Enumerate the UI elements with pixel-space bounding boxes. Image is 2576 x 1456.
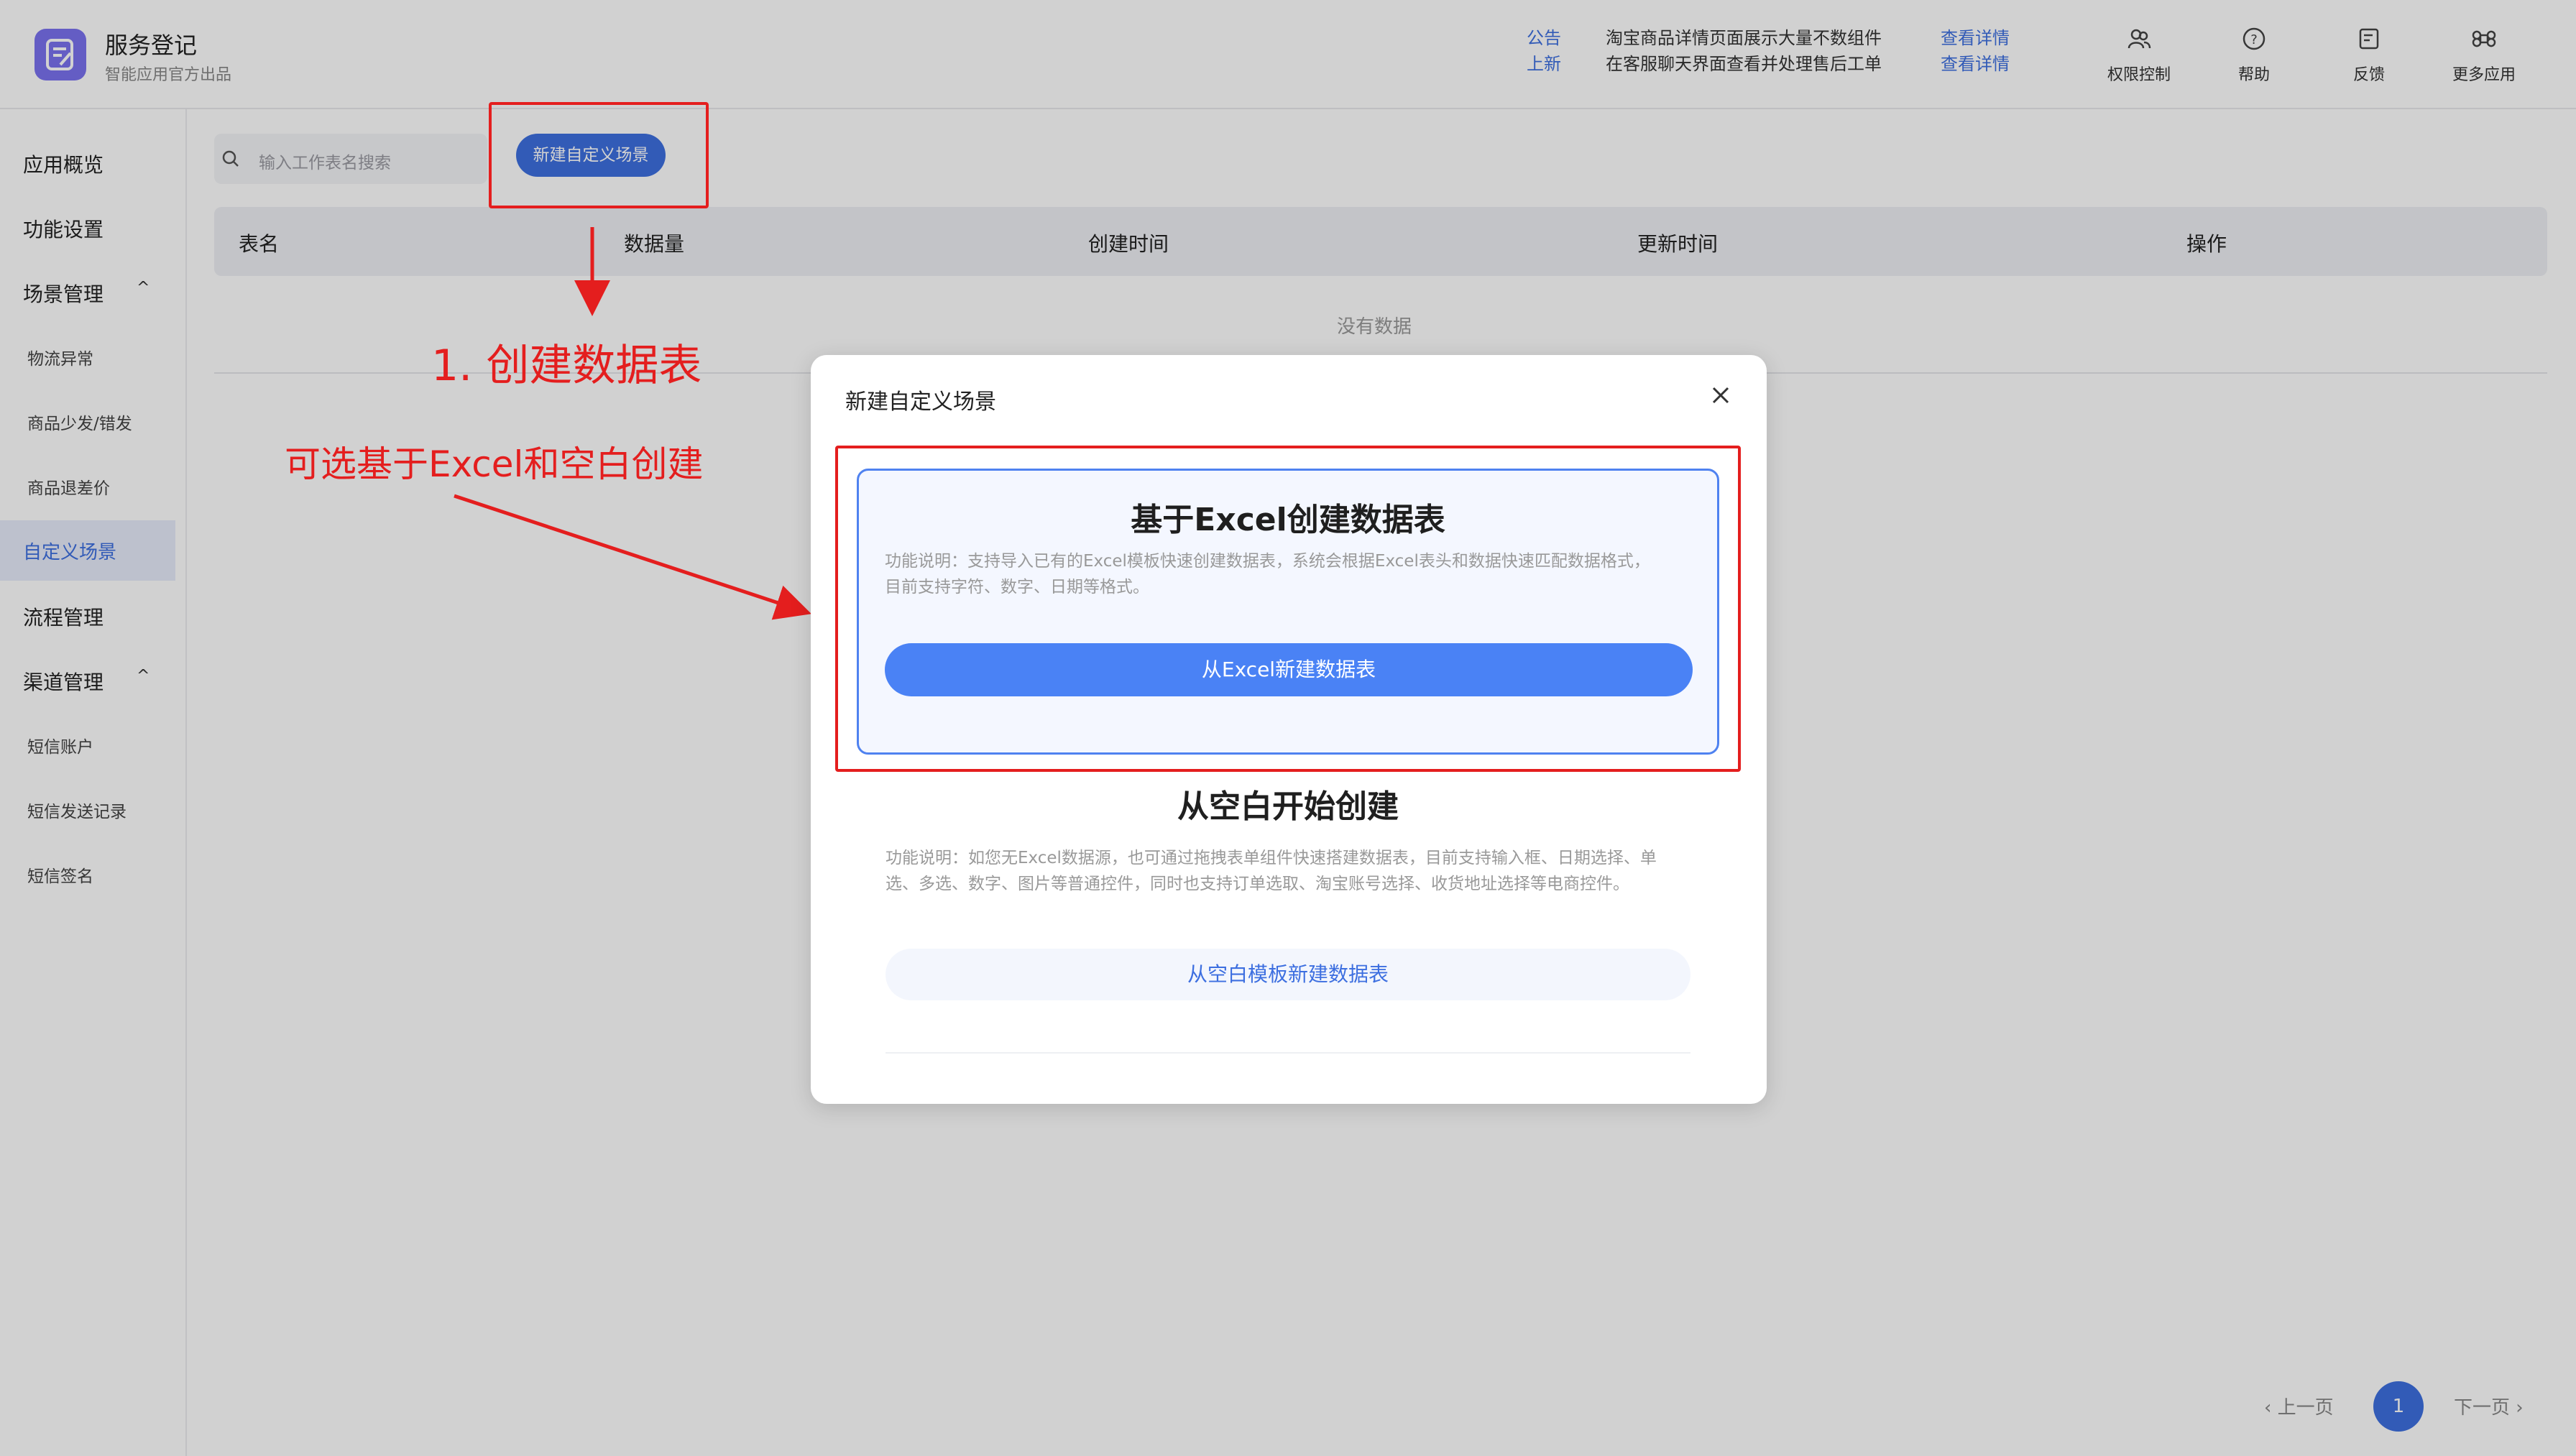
- option-blank-card[interactable]: 从空白开始创建 功能说明：如您无Excel数据源，也可通过拖拽表单组件快速搭建数…: [857, 779, 1719, 1081]
- option-blank-desc-line1: 功能说明：如您无Excel数据源，也可通过拖拽表单组件快速搭建数据表，目前支持输…: [886, 849, 1657, 867]
- option-blank-divider: [886, 1052, 1690, 1054]
- close-icon[interactable]: [1706, 381, 1735, 410]
- annotation-note: 可选基于Excel和空白创建: [285, 443, 704, 485]
- annotation-step1: 1. 创建数据表: [431, 341, 702, 391]
- option-blank-heading: 从空白开始创建: [1177, 788, 1399, 825]
- modal-title: 新建自定义场景: [845, 390, 996, 415]
- option-blank-desc-line2: 选、多选、数字、图片等普通控件，同时也支持订单选取、淘宝账号选择、收货地址选择等…: [886, 875, 1629, 893]
- new-from-blank-button[interactable]: 从空白模板新建数据表: [886, 949, 1690, 1000]
- annotation-box-excel-option: [835, 446, 1741, 772]
